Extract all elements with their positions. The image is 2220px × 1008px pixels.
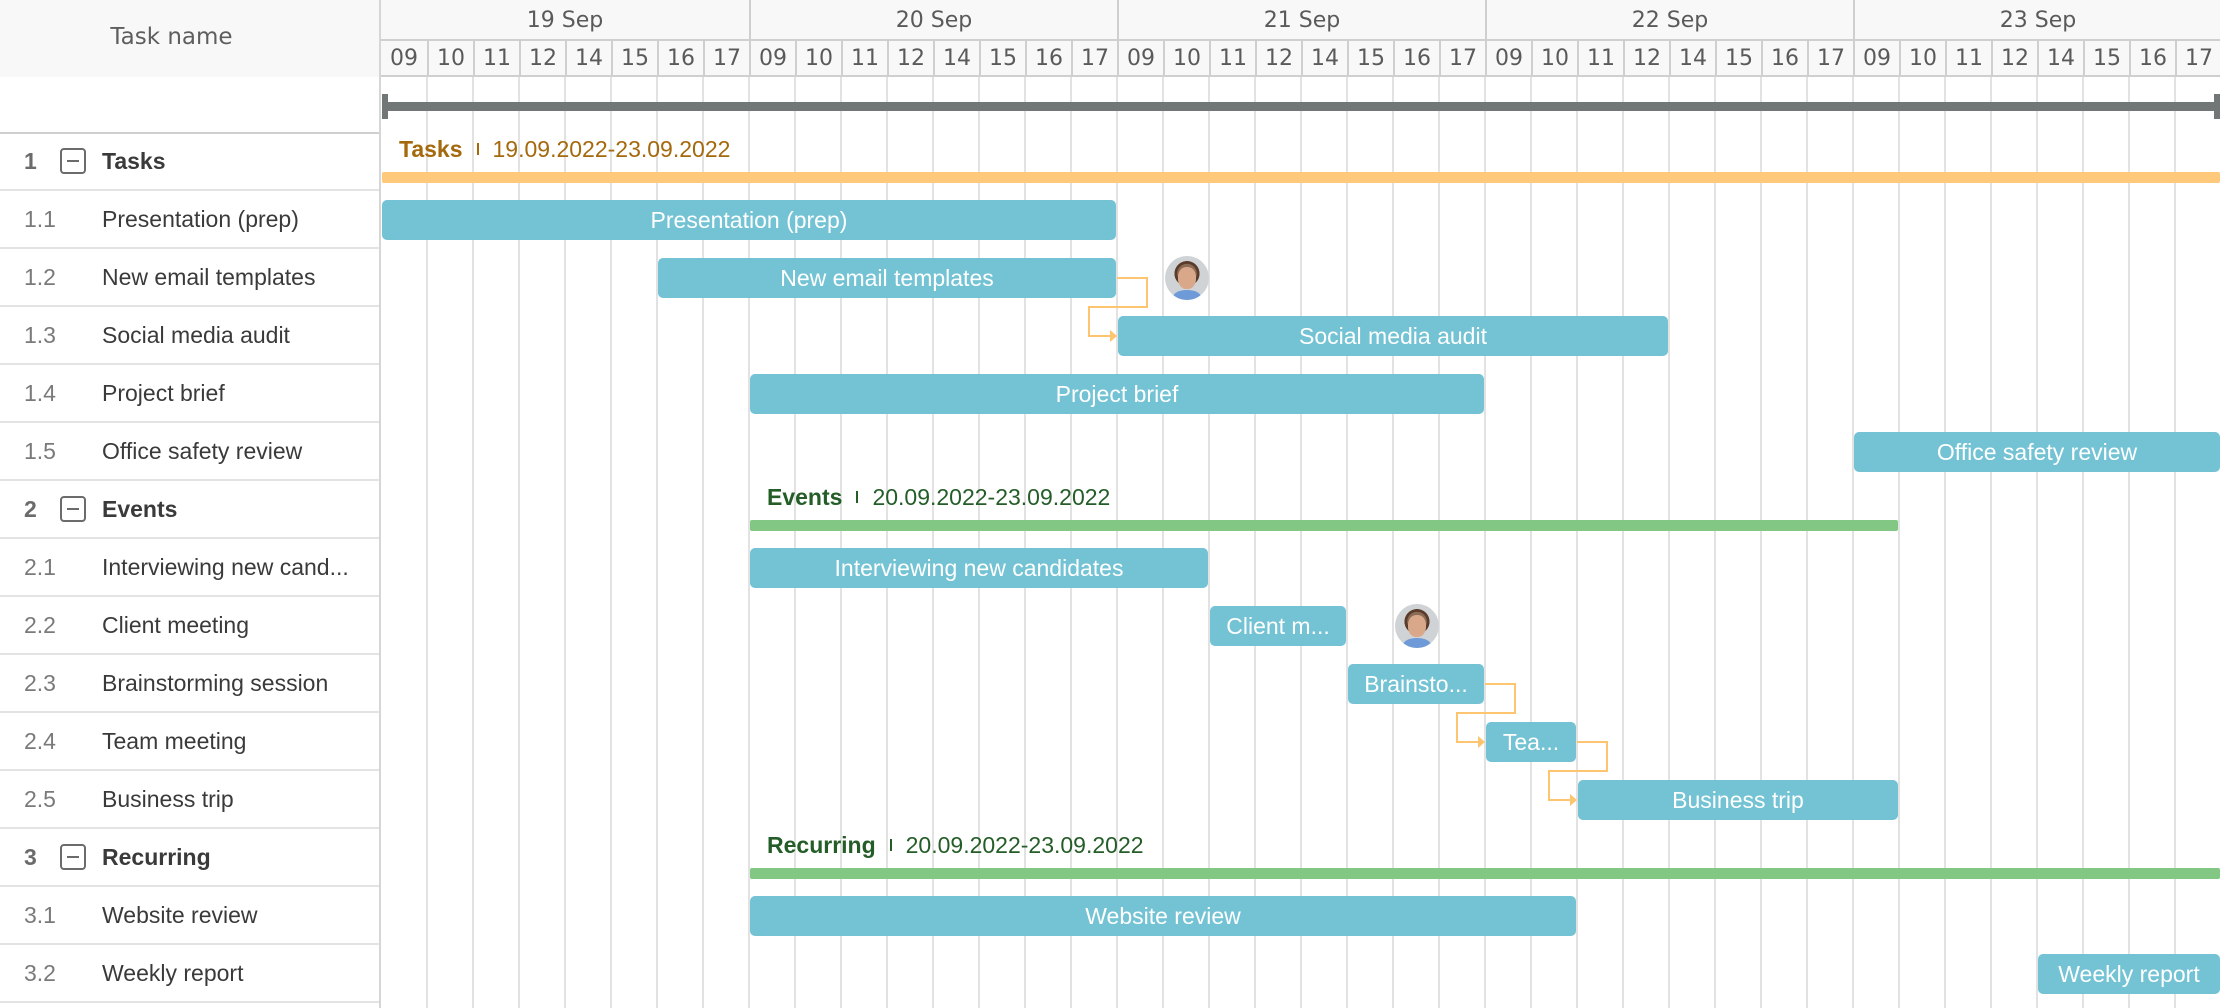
row-number: 2.4	[24, 727, 56, 754]
task-row[interactable]: 1.5 Office safety review	[0, 423, 379, 481]
group-row[interactable]: 1 Tasks	[0, 133, 379, 191]
task-row[interactable]: 3.1 Website review	[0, 887, 379, 945]
task-bar[interactable]: Client m...	[1210, 606, 1346, 646]
group-row[interactable]: 2 Events	[0, 481, 379, 539]
row-name: Website review	[102, 901, 258, 928]
row-number: 1.3	[24, 321, 56, 348]
task-bar[interactable]: Social media audit	[1118, 316, 1668, 356]
task-row[interactable]: 2.3 Brainstorming session	[0, 655, 379, 713]
row-name: Presentation (prep)	[102, 205, 299, 232]
row-number: 2	[24, 495, 37, 522]
row-name: Events	[102, 495, 178, 522]
row-number: 3.1	[24, 901, 56, 928]
task-bar[interactable]: Tea...	[1486, 722, 1576, 762]
link-arrow-icon	[1110, 330, 1117, 342]
task-bar[interactable]: Presentation (prep)	[382, 200, 1116, 240]
task-row[interactable]: 3.2 Weekly report	[0, 945, 379, 1003]
grid-header-spacer	[0, 77, 379, 134]
column-header-task-name[interactable]: Task name	[110, 24, 232, 50]
row-number: 2.2	[24, 611, 56, 638]
row-number: 1.5	[24, 437, 56, 464]
task-grid: Task name 1 Tasks 1.1 Presentation (prep) 1.…	[0, 0, 381, 1008]
row-number: 3	[24, 843, 37, 870]
link-arrow-icon	[1478, 736, 1485, 748]
task-bar[interactable]: Website review	[750, 896, 1576, 936]
row-name: Client meeting	[102, 611, 250, 638]
assignee-avatar[interactable]	[1395, 604, 1439, 648]
group-row[interactable]: 3 Recurring	[0, 829, 379, 887]
task-row[interactable]: 1.3 Social media audit	[0, 307, 379, 365]
row-number: 3.2	[24, 959, 56, 986]
task-bar[interactable]: Project brief	[750, 374, 1484, 414]
row-number: 1.4	[24, 379, 56, 406]
row-name: Brainstorming session	[102, 669, 329, 696]
row-name: Recurring	[102, 843, 211, 870]
task-row[interactable]: 1.4 Project brief	[0, 365, 379, 423]
task-bar[interactable]: Business trip	[1578, 780, 1898, 820]
row-name: Weekly report	[102, 959, 244, 986]
row-name: Team meeting	[102, 727, 247, 754]
assignee-avatar[interactable]	[1165, 256, 1209, 300]
task-bar[interactable]: Brainsto...	[1348, 664, 1484, 704]
task-row[interactable]: 1.1 Presentation (prep)	[0, 191, 379, 249]
row-number: 2.1	[24, 553, 56, 580]
row-name: Social media audit	[102, 321, 290, 348]
collapse-minus-icon[interactable]	[60, 844, 86, 870]
row-number: 2.3	[24, 669, 56, 696]
task-bar[interactable]: Interviewing new candidates	[750, 548, 1208, 588]
task-row[interactable]: 1.2 New email templates	[0, 249, 379, 307]
task-row[interactable]: 2.5 Business trip	[0, 771, 379, 829]
dependency-links	[1088, 277, 1608, 806]
row-name: Project brief	[102, 379, 225, 406]
task-row[interactable]: 2.1 Interviewing new cand...	[0, 539, 379, 597]
row-name: Office safety review	[102, 437, 303, 464]
collapse-minus-icon[interactable]	[60, 496, 86, 522]
link-arrow-icon	[1570, 794, 1577, 806]
task-bar[interactable]: Weekly report	[2038, 954, 2220, 994]
task-row[interactable]: 2.2 Client meeting	[0, 597, 379, 655]
grid-header: Task name	[0, 0, 379, 77]
row-number: 2.5	[24, 785, 56, 812]
row-name: New email templates	[102, 263, 316, 290]
gantt-chart: 19 Sep 20 Sep 21 Sep 22 Sep 23 Sep 09 10 11 12 1…	[381, 0, 2220, 1008]
task-bar[interactable]: Office safety review	[1854, 432, 2220, 472]
row-number: 1	[24, 147, 37, 174]
collapse-minus-icon[interactable]	[60, 148, 86, 174]
task-bar[interactable]: New email templates	[658, 258, 1116, 298]
row-name: Interviewing new cand...	[102, 553, 349, 580]
row-number: 1.2	[24, 263, 56, 290]
task-row[interactable]: 2.4 Team meeting	[0, 713, 379, 771]
row-name: Tasks	[102, 147, 166, 174]
row-name: Business trip	[102, 785, 234, 812]
row-number: 1.1	[24, 205, 56, 232]
